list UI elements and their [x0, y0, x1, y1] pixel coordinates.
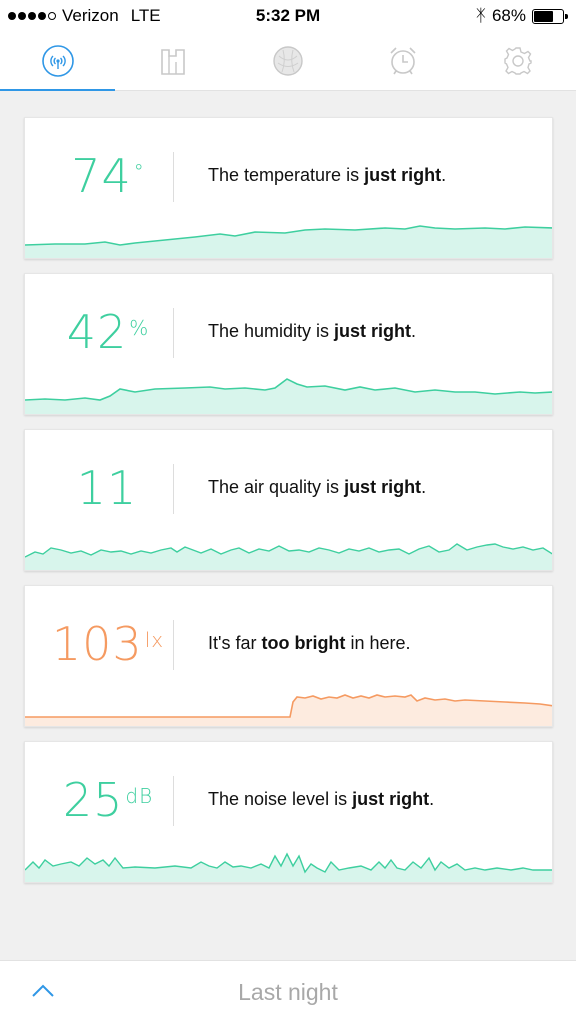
- sensor-icon: [41, 45, 74, 77]
- bluetooth-icon: ᛡ: [475, 6, 486, 25]
- humidity-graph: [25, 378, 552, 414]
- card-divider: [173, 464, 174, 514]
- status-bar: Verizon LTE 5:32 PM ᛡ 68%: [0, 0, 576, 32]
- card-divider: [173, 620, 174, 670]
- card-divider: [173, 308, 174, 358]
- air-quality-value: 11: [76, 461, 138, 515]
- tab-bar: [0, 32, 576, 91]
- temperature-graph: [25, 225, 552, 258]
- noise-message: The noise level is just right.: [208, 789, 435, 809]
- light-card[interactable]: 103 lx It's far too bright in here.: [24, 585, 553, 727]
- air-quality-message: The air quality is just right.: [208, 477, 427, 497]
- battery-percent: 68%: [491, 6, 526, 25]
- light-message: It's far too bright in here.: [208, 633, 411, 653]
- air-quality-graph: [25, 543, 552, 570]
- humidity-card[interactable]: 42% The humidity is just right.: [24, 273, 553, 415]
- bottom-bar: Last night: [0, 960, 576, 1025]
- light-value: 103 lx: [51, 617, 165, 671]
- tab-room[interactable]: [115, 32, 230, 90]
- card-divider: [173, 152, 174, 202]
- gear-icon: [504, 47, 533, 75]
- tab-sleep[interactable]: [230, 32, 345, 90]
- humidity-value: 42%: [66, 305, 150, 359]
- status-right: ᛡ 68%: [475, 6, 568, 26]
- tab-alarm[interactable]: [346, 32, 461, 90]
- air-quality-card[interactable]: 11 The air quality is just right.: [24, 429, 553, 571]
- card-divider: [173, 776, 174, 826]
- temperature-message: The temperature is just right.: [208, 165, 447, 185]
- noise-graph: [25, 852, 552, 882]
- room-icon: [160, 49, 185, 75]
- humidity-message: The humidity is just right.: [208, 321, 417, 341]
- noise-card[interactable]: 25 dB The noise level is just right.: [24, 741, 553, 883]
- last-night-label[interactable]: Last night: [0, 979, 576, 1006]
- light-graph: [25, 694, 552, 726]
- tab-settings[interactable]: [461, 32, 576, 90]
- temperature-card[interactable]: 74 ° The temperature is just right.: [24, 117, 553, 259]
- sleep-sphere-icon: [273, 46, 303, 76]
- temperature-value: 74 °: [71, 149, 145, 203]
- alarm-clock-icon: [390, 47, 416, 75]
- noise-value: 25 dB: [62, 773, 154, 827]
- sensor-card-list: 74 ° The temperature is just right. 42% T…: [24, 117, 553, 897]
- tab-sensors[interactable]: [0, 32, 116, 91]
- battery-icon: [532, 8, 568, 24]
